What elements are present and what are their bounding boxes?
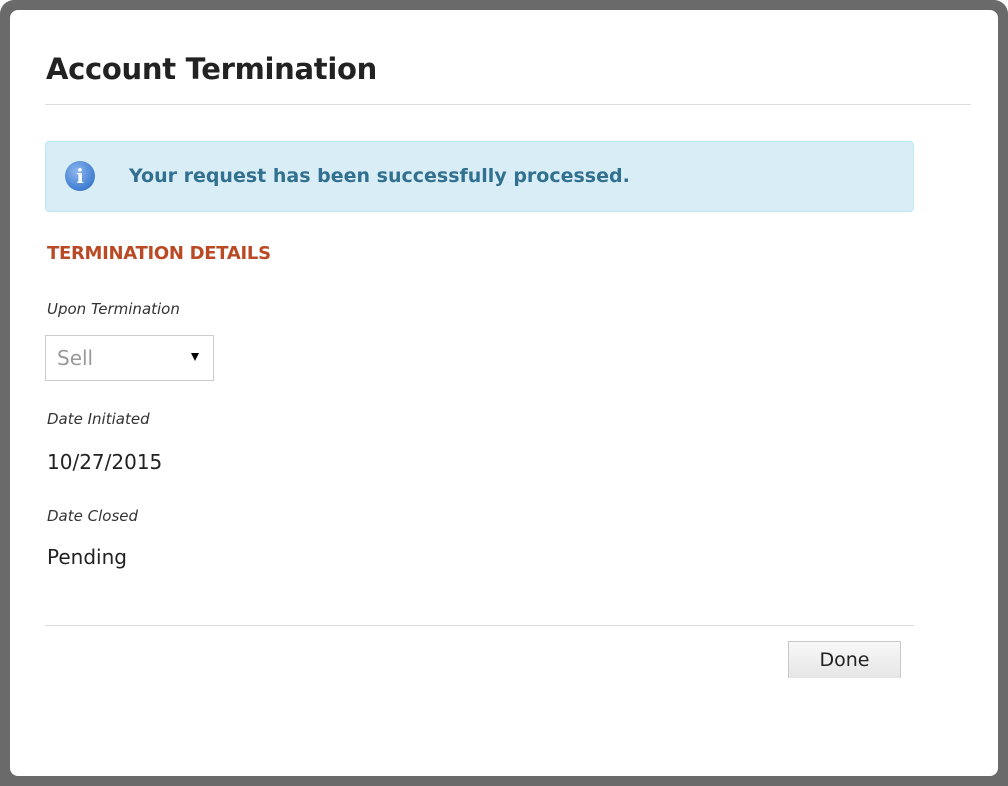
upon-termination-label: Upon Termination xyxy=(47,300,180,318)
footer-divider xyxy=(45,625,914,626)
date-initiated-label: Date Initiated xyxy=(47,410,150,428)
account-termination-dialog: Account Termination i Your request has b… xyxy=(10,10,998,776)
dropdown-arrow-icon xyxy=(191,353,199,361)
date-closed-label: Date Closed xyxy=(47,507,139,525)
info-icon: i xyxy=(65,161,95,191)
dialog-title: Account Termination xyxy=(46,52,377,86)
upon-termination-select[interactable]: Sell xyxy=(45,335,214,381)
title-divider xyxy=(45,104,971,105)
done-button[interactable]: Done xyxy=(788,641,901,678)
window-frame: Account Termination i Your request has b… xyxy=(0,0,1008,786)
upon-termination-selected-value: Sell xyxy=(57,346,94,370)
date-closed-value: Pending xyxy=(47,545,127,569)
date-initiated-value: 10/27/2015 xyxy=(47,450,163,474)
termination-details-heading: TERMINATION DETAILS xyxy=(47,243,271,264)
success-alert: i Your request has been successfully pro… xyxy=(45,141,914,212)
alert-message: Your request has been successfully proce… xyxy=(129,165,630,187)
